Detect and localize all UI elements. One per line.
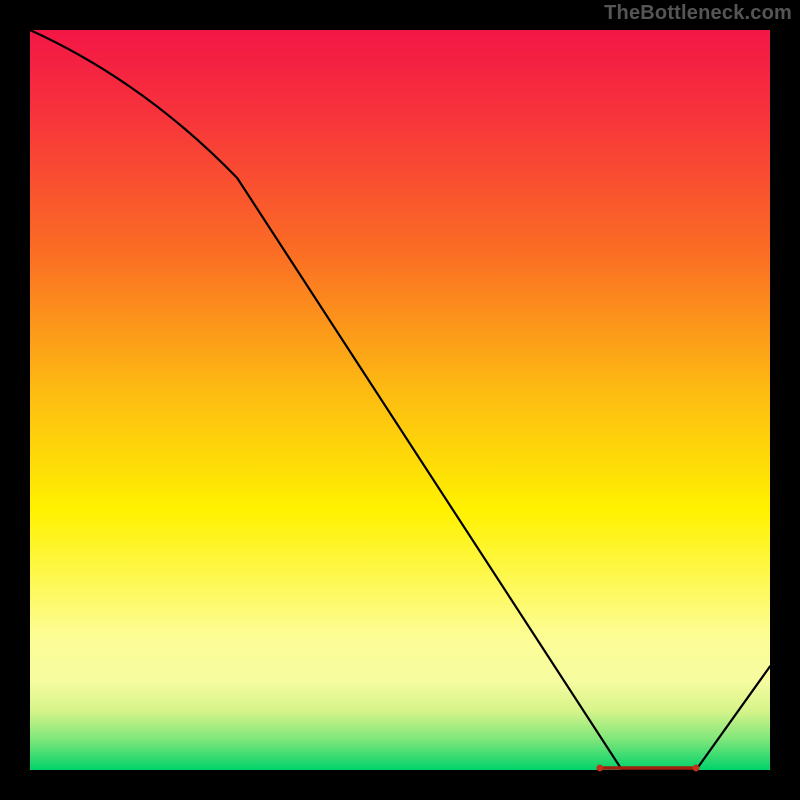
data-curve <box>30 30 770 770</box>
segment-marker-dot-left <box>597 765 603 771</box>
plot-area <box>30 30 770 770</box>
chart-svg <box>30 30 770 770</box>
chart-container: TheBottleneck.com <box>0 0 800 800</box>
watermark-label: TheBottleneck.com <box>604 2 792 25</box>
segment-marker-dot-right <box>693 765 699 771</box>
